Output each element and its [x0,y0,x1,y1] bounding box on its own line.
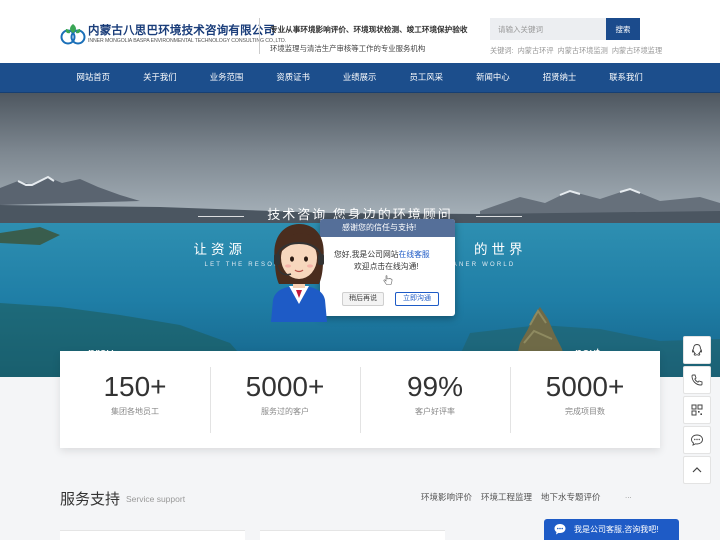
hot-keywords-label: 关键词: [490,46,514,55]
hot-keyword-link[interactable]: 内蒙古环境监理 [612,46,662,55]
side-tool-phone[interactable] [683,366,711,394]
side-tool-qrcode[interactable] [683,396,711,424]
site-header: 内蒙古八思巴环境技术咨询有限公司 INNER MONGOLIA BASPA EN… [0,0,720,63]
stat-label: 服务过的客户 [261,406,309,416]
chat-invite-message-text: 您好,我是公司网站 [334,250,399,259]
stat-number: 5000+ [245,370,325,402]
chat-invite-message-highlight: 在线客服 [398,250,430,259]
chat-invite-popup: 感谢您的信任与支持! 您好,我是公司网站在线客服 欢迎点击在线沟通! 稍后再说 … [320,219,455,316]
logo-chinese-name: 内蒙古八思巴环境技术咨询有限公司 [88,25,276,37]
qrcode-icon [691,404,703,416]
side-tool-qq[interactable] [683,336,711,364]
side-tool-back-to-top[interactable] [683,456,711,484]
nav-item-contact[interactable]: 联系我们 [593,63,660,93]
hot-keyword-link[interactable]: 内蒙古环评 [518,46,554,55]
hot-keyword-link[interactable]: 内蒙古环境监测 [558,46,608,55]
nav-item-business-scope[interactable]: 业务范围 [193,63,260,93]
chat-bubble-icon [554,524,566,535]
stat-item: 150+ 集团各地员工 [60,367,210,433]
nav-item-achievements[interactable]: 业绩展示 [326,63,393,93]
service-tab[interactable]: 地下水专题评价 [541,492,601,502]
service-more-link[interactable]: ... [625,491,632,500]
search-input[interactable] [490,18,606,40]
logo-english-name: INNER MONGOLIA BASPA ENVIRONMENTAL TECHN… [88,38,286,44]
chat-invite-message: 您好,我是公司网站在线客服 [334,249,430,260]
service-tabs: 环境影响评价 环境工程监理 地下水专题评价 [421,491,610,503]
pointer-hand-icon [383,275,393,285]
chat-now-button[interactable]: 立即沟通 [395,292,439,306]
side-tool-message[interactable] [683,426,711,454]
header-divider [259,18,260,54]
banner-slogan-secondary-right: 的世界 [474,242,527,257]
stat-number: 150+ [103,370,167,402]
banner-slogan-secondary-left: 让资源 [193,242,246,257]
customer-service-agent-avatar [271,224,327,322]
main-nav: 网站首页 关于我们 业务范围 资质证书 业绩展示 员工风采 新闻中心 招贤纳士 … [0,63,720,93]
hot-keywords: 关键词: 内蒙古环评 内蒙古环境监测 内蒙古环境监理 [490,46,666,56]
main-nav-list: 网站首页 关于我们 业务范围 资质证书 业绩展示 员工风采 新闻中心 招贤纳士 … [60,63,660,93]
service-tab[interactable]: 环境工程监理 [481,492,532,502]
header-tagline-secondary: 环境监理与清洁生产审核等工作的专业服务机构 [270,44,426,53]
banner-slogan-english-right: EANER WORLD [446,262,516,268]
stat-label: 客户好评率 [415,406,455,416]
service-section-title: 服务支持 [60,491,121,508]
nav-item-certificates[interactable]: 资质证书 [260,63,327,93]
nav-item-home[interactable]: 网站首页 [60,63,127,93]
stat-label: 完成项目数 [565,406,605,416]
nav-item-careers[interactable]: 招贤纳士 [526,63,593,93]
search-button[interactable]: 搜索 [606,18,640,40]
nav-item-staff[interactable]: 员工风采 [393,63,460,93]
logo-mark-icon [60,24,86,45]
back-to-top-icon [692,467,702,473]
service-card[interactable] [60,530,245,540]
stat-item: 99% 客户好评率 [360,366,510,433]
stat-number: 99% [406,370,464,402]
nav-item-about[interactable]: 关于我们 [127,63,194,93]
chat-invite-title: 感谢您的信任与支持! [320,219,455,237]
side-toolbar [683,336,711,486]
phone-icon [691,374,703,386]
chat-icon [691,434,703,446]
stat-item: 5000+ 服务过的客户 [210,366,360,433]
company-logo[interactable]: 内蒙古八思巴环境技术咨询有限公司 INNER MONGOLIA BASPA EN… [60,20,286,48]
qq-icon [692,344,702,356]
stat-label: 集团各地员工 [111,406,159,416]
service-tab[interactable]: 环境影响评价 [421,492,472,502]
service-section-subtitle: Service support [126,494,186,504]
chat-later-button[interactable]: 稍后再说 [342,292,384,306]
chat-invite-message-2: 欢迎点击在线沟通! [354,262,419,271]
header-tagline-primary: 专业从事环境影响评价、环境现状检测、竣工环境保护验收 [270,25,468,34]
service-card[interactable] [260,530,445,540]
stat-item: 5000+ 完成项目数 [510,366,660,433]
nav-item-news[interactable]: 新闻中心 [460,63,527,93]
online-chat-bar[interactable]: 我是公司客服,咨询我吧! [544,519,679,540]
online-chat-bar-text: 我是公司客服,咨询我吧! [574,525,659,534]
stat-number: 5000+ [545,370,625,402]
stats-panel: 150+ 集团各地员工 5000+ 服务过的客户 99% 客户好评率 5000+… [60,351,660,448]
